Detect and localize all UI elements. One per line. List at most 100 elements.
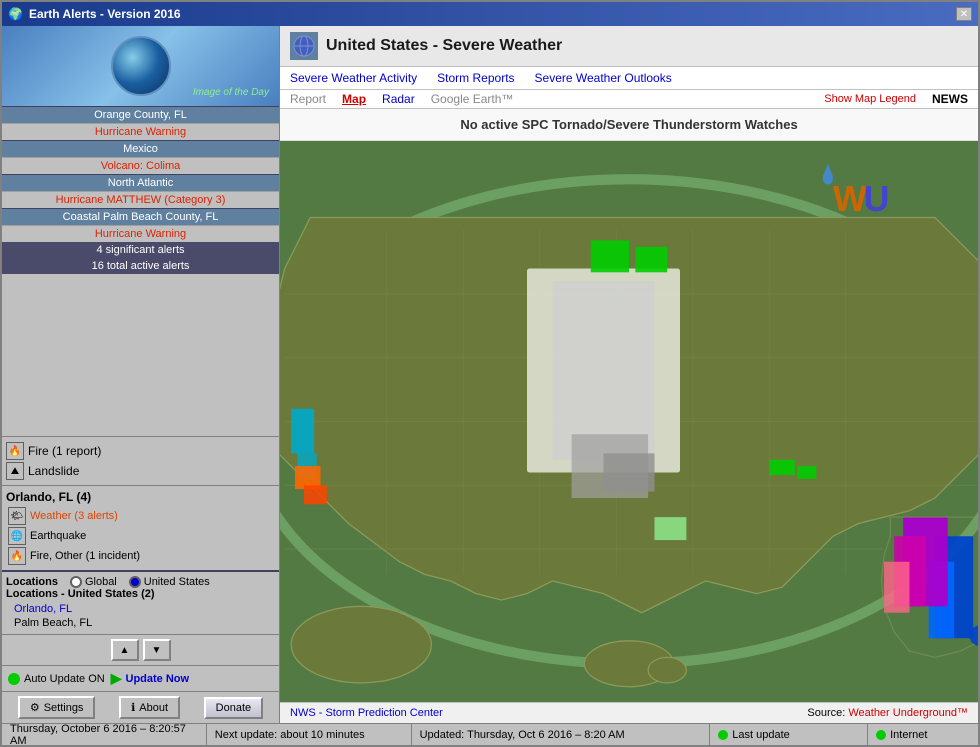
header-icon xyxy=(290,32,318,60)
source-label: Source: xyxy=(807,707,848,719)
main-content: Image of the Day Orange County, FL Hurri… xyxy=(2,26,978,723)
alert-header-palm-beach: Coastal Palm Beach County, FL xyxy=(2,208,279,225)
map-tabs-left: Report Map Radar Google Earth™ xyxy=(290,92,513,106)
orlando-section: Orlando, FL (4) 🌤 Weather (3 alerts) 🌐 E… xyxy=(2,485,279,570)
map-tabs: Report Map Radar Google Earth™ Show Map … xyxy=(280,90,978,109)
global-radio-btn[interactable] xyxy=(70,576,82,588)
status-datetime: Thursday, October 6 2016 – 8:20:57 AM xyxy=(2,724,207,745)
update-now-button[interactable]: ▶ Update Now xyxy=(111,670,189,687)
weather-icon: 🌤 xyxy=(8,507,26,525)
show-legend-link[interactable]: Show Map Legend xyxy=(824,93,916,105)
settings-icon: ⚙ xyxy=(30,701,40,714)
close-button[interactable]: ✕ xyxy=(956,7,972,21)
us-map: W U xyxy=(280,141,978,702)
status-internet: Internet xyxy=(868,724,978,745)
fire-other-label: Fire, Other (1 incident) xyxy=(30,550,140,562)
weather-alerts-label: Weather (3 alerts) xyxy=(30,510,118,522)
nws-link[interactable]: NWS - Storm Prediction Center xyxy=(290,707,443,719)
right-nav: Severe Weather Activity Storm Reports Se… xyxy=(280,67,978,90)
alert-header-atlantic: North Atlantic xyxy=(2,174,279,191)
locations-section: Locations Global United States Locations… xyxy=(2,570,279,634)
right-header: United States - Severe Weather xyxy=(280,26,978,67)
alert-volcano[interactable]: Volcano: Colima xyxy=(2,157,279,174)
alerts-list: Orange County, FL Hurricane Warning Mexi… xyxy=(2,106,279,436)
alert-hurricane-warning-2[interactable]: Hurricane Warning xyxy=(2,225,279,242)
auto-update-indicator xyxy=(8,673,20,685)
source-text: Source: Weather Underground™ xyxy=(807,707,968,719)
us-radio[interactable]: United States xyxy=(129,576,210,588)
news-tab[interactable]: NEWS xyxy=(932,92,968,106)
locations-radio-group: Locations Global United States xyxy=(6,576,275,588)
orlando-title[interactable]: Orlando, FL (4) xyxy=(6,490,275,504)
svg-text:W: W xyxy=(833,179,867,219)
about-icon: ℹ xyxy=(131,701,135,714)
right-panel: United States - Severe Weather Severe We… xyxy=(280,26,978,723)
scroll-buttons: ▲ ▼ xyxy=(2,634,279,665)
earthquake-label: Earthquake xyxy=(30,530,86,542)
last-update-label: Last update xyxy=(732,729,790,741)
nav-storm-reports[interactable]: Storm Reports xyxy=(437,71,514,85)
fire-icon: 🔥 xyxy=(6,442,24,460)
landslide-item[interactable]: ⛰ Landslide xyxy=(6,461,275,481)
global-label: Global xyxy=(85,576,117,588)
footer-buttons: ⚙ Settings ℹ About Donate xyxy=(2,691,279,723)
about-label: About xyxy=(139,702,168,714)
source-link[interactable]: Weather Underground™ xyxy=(848,707,968,719)
right-footer: NWS - Storm Prediction Center Source: We… xyxy=(280,702,978,723)
fire-other-item[interactable]: 🔥 Fire, Other (1 incident) xyxy=(6,546,275,566)
app-title: Earth Alerts - Version 2016 xyxy=(29,7,181,21)
status-last-update: Last update xyxy=(710,724,868,745)
nav-outlooks[interactable]: Severe Weather Outlooks xyxy=(535,71,672,85)
sidebar-top: Image of the Day xyxy=(2,26,279,106)
last-update-indicator xyxy=(718,730,728,740)
image-of-day-label: Image of the Day xyxy=(193,87,269,98)
settings-button[interactable]: ⚙ Settings xyxy=(18,696,96,719)
fire-section: 🔥 Fire (1 report) ⛰ Landslide xyxy=(2,436,279,485)
fire-label: Fire (1 report) xyxy=(28,444,101,458)
scroll-up-button[interactable]: ▲ xyxy=(111,639,139,661)
app-window: 🌍 Earth Alerts - Version 2016 ✕ Image of… xyxy=(0,0,980,747)
internet-label: Internet xyxy=(890,729,927,741)
title-bar: 🌍 Earth Alerts - Version 2016 ✕ xyxy=(2,2,978,26)
alert-hurricane-warning-1[interactable]: Hurricane Warning xyxy=(2,123,279,140)
earthquake-item[interactable]: 🌐 Earthquake xyxy=(6,526,275,546)
tab-report[interactable]: Report xyxy=(290,92,326,106)
status-next-update: Next update: about 10 minutes xyxy=(207,724,412,745)
nav-severe-weather[interactable]: Severe Weather Activity xyxy=(290,71,417,85)
earthquake-icon: 🌐 xyxy=(8,527,26,545)
tab-google-earth[interactable]: Google Earth™ xyxy=(431,92,514,106)
tab-map[interactable]: Map xyxy=(342,92,366,106)
alert-count-total: 16 total active alerts xyxy=(2,258,279,274)
landslide-label: Landslide xyxy=(28,464,79,478)
location-orlando[interactable]: Orlando, FL xyxy=(6,602,275,616)
status-bar: Thursday, October 6 2016 – 8:20:57 AM Ne… xyxy=(2,723,978,745)
internet-indicator xyxy=(876,730,886,740)
fire-item[interactable]: 🔥 Fire (1 report) xyxy=(6,441,275,461)
title-bar-left: 🌍 Earth Alerts - Version 2016 xyxy=(8,7,181,21)
sidebar: Image of the Day Orange County, FL Hurri… xyxy=(2,26,280,723)
locations-header: Locations - United States (2) xyxy=(6,588,275,600)
auto-update-label: Auto Update ON xyxy=(24,673,105,685)
alert-count-significant: 4 significant alerts xyxy=(2,242,279,258)
landslide-icon: ⛰ xyxy=(6,462,24,480)
status-updated: Updated: Thursday, Oct 6 2016 – 8:20 AM xyxy=(412,724,711,745)
global-radio[interactable]: Global xyxy=(70,576,117,588)
location-palm-beach[interactable]: Palm Beach, FL xyxy=(6,616,275,630)
weather-alerts-item[interactable]: 🌤 Weather (3 alerts) xyxy=(6,506,275,526)
svg-text:U: U xyxy=(864,179,890,219)
tab-radar[interactable]: Radar xyxy=(382,92,415,106)
app-icon: 🌍 xyxy=(8,7,23,21)
scroll-down-button[interactable]: ▼ xyxy=(143,639,171,661)
about-button[interactable]: ℹ About xyxy=(119,696,180,719)
locations-label: Locations xyxy=(6,576,58,588)
alert-header-orange: Orange County, FL xyxy=(2,106,279,123)
play-icon: ▶ xyxy=(111,670,122,687)
donate-label: Donate xyxy=(216,702,251,714)
alert-hurricane-matthew[interactable]: Hurricane MATTHEW (Category 3) xyxy=(2,191,279,208)
auto-update-status: Auto Update ON xyxy=(8,673,105,685)
donate-button[interactable]: Donate xyxy=(204,697,263,719)
map-container[interactable]: W U xyxy=(280,141,978,702)
globe-icon xyxy=(111,36,171,96)
us-radio-btn[interactable] xyxy=(129,576,141,588)
auto-update-bar: Auto Update ON ▶ Update Now xyxy=(2,665,279,691)
